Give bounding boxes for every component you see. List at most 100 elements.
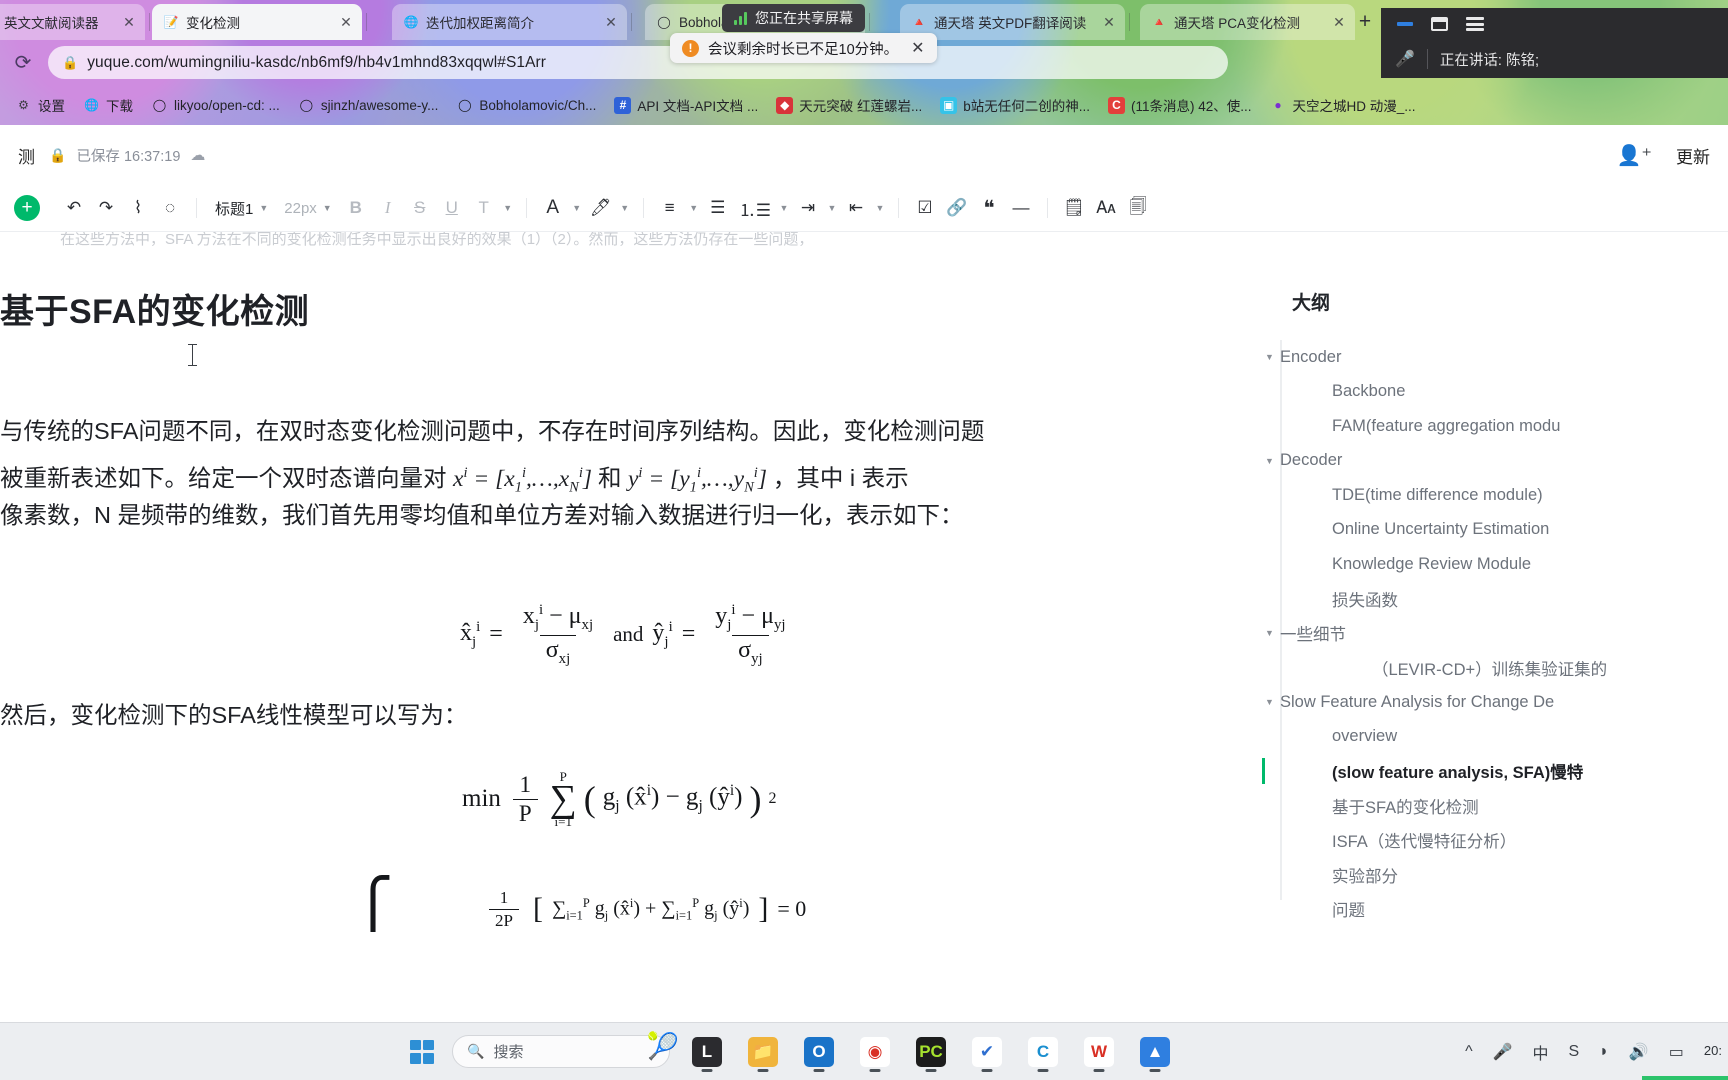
wps-icon[interactable]: W	[1080, 1033, 1118, 1072]
zoom-meeting-overlay[interactable]: 🎤 正在讲话: 陈铭;	[1381, 8, 1728, 78]
clear-format-icon[interactable]: ◌	[154, 192, 186, 224]
close-icon[interactable]: ✕	[911, 38, 924, 58]
chevron-down-icon[interactable]: ▼	[572, 203, 581, 213]
chevron-down-icon[interactable]: ▼	[503, 203, 512, 213]
outline-item[interactable]: （LEVIR-CD+）训练集验证集的	[1262, 651, 1728, 686]
paragraph-style-select[interactable]: 标题1 ▼	[207, 193, 276, 223]
card-icon[interactable]: 🗐	[1122, 192, 1154, 224]
format-painter-icon[interactable]: ⌇	[122, 192, 154, 224]
outline-item[interactable]: 损失函数	[1262, 582, 1728, 617]
quote-icon[interactable]: ❝	[973, 192, 1005, 224]
show-hidden-icons-chevron[interactable]: ^	[1465, 1043, 1473, 1061]
align-left-icon[interactable]: ≡	[654, 192, 686, 224]
chevron-down-icon[interactable]: ▼	[689, 203, 698, 213]
indent-icon[interactable]: ⇥	[792, 192, 824, 224]
bookmark-item[interactable]: # API 文档-API文档 ...	[605, 92, 767, 118]
outline-item[interactable]: ▼ Slow Feature Analysis for Change De	[1262, 685, 1728, 720]
bookmark-item[interactable]: C (11条消息) 42、使...	[1099, 92, 1261, 118]
translate-icon[interactable]: 🗛	[1090, 192, 1122, 224]
chevron-down-icon[interactable]: ▼	[1265, 697, 1274, 707]
lock-icon[interactable]: 🔒	[49, 147, 66, 164]
checklist-icon[interactable]: ☑	[909, 192, 941, 224]
superscript-button[interactable]: T	[468, 192, 500, 224]
new-tab-button[interactable]: +	[1352, 10, 1378, 36]
chevron-down-icon[interactable]: ▼	[1265, 628, 1274, 638]
browser-tab[interactable]: 🌐 迭代加权距离简介 ✕	[392, 4, 627, 40]
outline-item[interactable]: Knowledge Review Module	[1262, 547, 1728, 582]
screen-share-indicator[interactable]: 您正在共享屏幕	[722, 4, 865, 32]
code-block-icon[interactable]: 🗒	[1058, 192, 1090, 224]
undo-icon[interactable]: ↶	[58, 192, 90, 224]
minimize-icon[interactable]	[1397, 22, 1413, 26]
folder-icon[interactable]: 📁	[744, 1033, 782, 1072]
browser-tab[interactable]: 🔺 通天塔 PCA变化检测 ✕	[1140, 4, 1355, 40]
file-explorer-dark-icon[interactable]: L	[688, 1033, 726, 1072]
bookmark-item[interactable]: ● 天空之城HD 动漫_...	[1261, 92, 1425, 118]
bold-button[interactable]: B	[340, 192, 372, 224]
chevron-down-icon[interactable]: ▼	[876, 203, 885, 213]
bookmark-item[interactable]: ◯ likyoo/open-cd: ...	[142, 92, 289, 118]
reload-icon[interactable]: ⟳	[10, 50, 36, 76]
outline-item[interactable]: FAM(feature aggregation modu	[1262, 409, 1728, 444]
todo-check-icon[interactable]: ✔	[968, 1033, 1006, 1072]
outdent-icon[interactable]: ⇤	[840, 192, 872, 224]
baidu-netdisk-icon[interactable]: ▲	[1136, 1033, 1174, 1072]
strikethrough-button[interactable]: S	[404, 192, 436, 224]
outline-item[interactable]: Backbone	[1262, 375, 1728, 410]
pycharm-icon[interactable]: PC	[912, 1033, 950, 1072]
close-icon[interactable]: ✕	[1331, 14, 1347, 31]
highlighter-icon[interactable]: 🖊	[585, 192, 617, 224]
edge-icon[interactable]: C	[1024, 1033, 1062, 1072]
tennis-widget-icon[interactable]: 🎾	[647, 1031, 679, 1062]
outline-item[interactable]: 实验部分	[1262, 858, 1728, 893]
microphone-icon[interactable]: 🎤	[1493, 1042, 1513, 1062]
redo-icon[interactable]: ↷	[90, 192, 122, 224]
chevron-down-icon[interactable]: ▼	[1265, 456, 1274, 466]
close-icon[interactable]: ✕	[603, 14, 619, 31]
bullet-list-icon[interactable]: ☰	[702, 192, 734, 224]
outline-item[interactable]: Online Uncertainty Estimation	[1262, 513, 1728, 548]
chrome-icon[interactable]: ◉	[856, 1033, 894, 1072]
bookmark-item[interactable]: ◯ Bobholamovic/Ch...	[447, 92, 605, 118]
chevron-down-icon[interactable]: ▼	[780, 203, 789, 213]
browser-tab[interactable]: 📝 变化检测 ✕	[152, 4, 362, 40]
taskbar-clock[interactable]: 20:	[1704, 1043, 1722, 1059]
bookmark-item[interactable]: ◆ 天元突破 红莲螺岩...	[767, 92, 931, 118]
link-icon[interactable]: 🔗	[941, 192, 973, 224]
outline-item[interactable]: overview	[1262, 720, 1728, 755]
close-icon[interactable]: ✕	[1101, 14, 1117, 31]
close-icon[interactable]: ✕	[121, 14, 137, 31]
close-icon[interactable]: ✕	[338, 14, 354, 31]
insert-block-button[interactable]: +	[14, 195, 40, 221]
bookmark-item[interactable]: ▣ b站无任何二创的神...	[931, 92, 1099, 118]
wifi-icon[interactable]: ◗	[1599, 1043, 1609, 1061]
search-input[interactable]: 🔍 搜索 🎾	[452, 1031, 679, 1068]
outline-item[interactable]: 基于SFA的变化检测	[1262, 789, 1728, 824]
document-title[interactable]: 测	[18, 143, 35, 168]
font-size-select[interactable]: 22px ▼	[276, 193, 339, 223]
chevron-down-icon[interactable]: ▼	[620, 203, 629, 213]
bookmark-item[interactable]: 🌐 下载	[74, 92, 142, 118]
underline-button[interactable]: U	[436, 192, 468, 224]
outline-item[interactable]: ▼ 一些细节	[1262, 616, 1728, 651]
address-bar[interactable]: 🔒 yuque.com/wumingniliu-kasdc/nb6mf9/hb4…	[48, 46, 1228, 79]
outline-item[interactable]: ISFA（迭代慢特征分析）	[1262, 823, 1728, 858]
battery-icon[interactable]: ▭	[1669, 1042, 1684, 1062]
outline-item[interactable]: (slow feature analysis, SFA)慢特	[1262, 754, 1728, 789]
chevron-down-icon[interactable]: ▼	[1265, 352, 1274, 362]
sogou-icon[interactable]: S	[1569, 1043, 1580, 1061]
horizontal-rule-icon[interactable]: —	[1005, 192, 1037, 224]
restore-icon[interactable]	[1431, 17, 1448, 31]
outline-item[interactable]: ▼ Encoder	[1262, 340, 1728, 375]
browser-tab[interactable]: 📄英文文献阅读器✕	[0, 4, 145, 40]
chevron-down-icon[interactable]: ▼	[828, 203, 837, 213]
text-color-button[interactable]: A	[537, 192, 569, 224]
add-person-icon[interactable]: 👤⁺	[1617, 143, 1652, 168]
ordered-list-icon[interactable]: ⒈☰	[734, 192, 776, 224]
outline-item[interactable]: ▼ Decoder	[1262, 444, 1728, 479]
outline-item[interactable]: 问题	[1262, 892, 1728, 927]
bookmark-item[interactable]: ◯ sjinzh/awesome-y...	[289, 92, 448, 118]
volume-icon[interactable]: 🔊	[1629, 1042, 1649, 1062]
italic-button[interactable]: I	[372, 192, 404, 224]
update-button[interactable]: 更新	[1676, 143, 1710, 168]
